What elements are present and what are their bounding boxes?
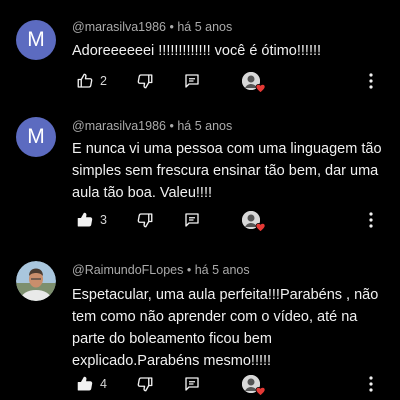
- avatar-letter: M: [27, 125, 45, 148]
- avatar[interactable]: M: [16, 20, 56, 60]
- comment-time[interactable]: há 5 anos: [195, 263, 250, 277]
- more-vert-icon: [367, 375, 375, 393]
- like-button[interactable]: 4: [76, 372, 107, 396]
- comment-meta: @marasilva1986 • há 5 anos: [72, 119, 232, 133]
- comment-actions: 4: [72, 372, 392, 396]
- creator-heart: [242, 372, 266, 396]
- thumb-up-icon: [76, 375, 94, 393]
- thumb-down-icon: [136, 375, 154, 393]
- comment-time[interactable]: há 5 anos: [177, 20, 232, 34]
- comment-author[interactable]: @marasilva1986: [72, 119, 166, 133]
- comment-menu-button[interactable]: [367, 69, 375, 93]
- avatar[interactable]: M: [16, 117, 56, 157]
- comment-actions: 3: [72, 208, 392, 232]
- thumb-up-icon: [76, 211, 94, 229]
- creator-avatar: [242, 211, 266, 232]
- creator-heart-icon: [255, 386, 266, 396]
- comment-text: Espetacular, uma aula perfeita!!!Parabén…: [72, 287, 379, 369]
- creator-heart-icon: [255, 83, 266, 93]
- meta-separator: •: [169, 119, 174, 133]
- dislike-button[interactable]: [136, 372, 154, 396]
- comment: M @marasilva1986 • há 5 anos E nunca vi …: [0, 105, 400, 255]
- comment-actions: 2: [72, 69, 392, 93]
- reply-button[interactable]: [183, 69, 201, 93]
- thumb-up-icon: [76, 72, 94, 90]
- comment-author[interactable]: @RaimundoFLopes: [72, 263, 183, 277]
- more-vert-icon: [367, 72, 375, 90]
- more-vert-icon: [367, 211, 375, 229]
- comment: M @marasilva1986 • há 5 anos Adoreeeeeei…: [0, 0, 400, 105]
- comment-menu-button[interactable]: [367, 372, 375, 396]
- like-button[interactable]: 2: [76, 69, 107, 93]
- dislike-button[interactable]: [136, 69, 154, 93]
- avatar[interactable]: [16, 261, 56, 301]
- profile-photo: [16, 261, 56, 301]
- reply-button[interactable]: [183, 372, 201, 396]
- comment-meta: @RaimundoFLopes • há 5 anos: [72, 263, 250, 277]
- reply-icon: [183, 211, 201, 229]
- thumb-down-icon: [136, 72, 154, 90]
- comment-time[interactable]: há 5 anos: [177, 119, 232, 133]
- reply-icon: [183, 72, 201, 90]
- comment-menu-button[interactable]: [367, 208, 375, 232]
- creator-avatar: [242, 375, 266, 396]
- reply-button[interactable]: [183, 208, 201, 232]
- meta-separator: •: [186, 263, 192, 277]
- comment-text: E nunca vi uma pessoa com uma linguagem …: [72, 141, 382, 201]
- comment-text: Adoreeeeeei !!!!!!!!!!!!! você é ótimo!!…: [72, 43, 322, 59]
- dislike-button[interactable]: [136, 208, 154, 232]
- creator-heart: [242, 69, 266, 93]
- comment-author[interactable]: @marasilva1986: [72, 20, 166, 34]
- comment: @RaimundoFLopes • há 5 anos Espetacular,…: [0, 255, 400, 400]
- avatar-letter: M: [27, 28, 45, 51]
- like-button[interactable]: 3: [76, 208, 107, 232]
- creator-avatar: [242, 72, 266, 93]
- like-count: 3: [100, 213, 107, 227]
- thumb-down-icon: [136, 211, 154, 229]
- reply-icon: [183, 375, 201, 393]
- creator-heart: [242, 208, 266, 232]
- meta-separator: •: [169, 20, 174, 34]
- creator-heart-icon: [255, 222, 266, 232]
- like-count: 4: [100, 377, 107, 391]
- like-count: 2: [100, 74, 107, 88]
- comment-meta: @marasilva1986 • há 5 anos: [72, 20, 232, 34]
